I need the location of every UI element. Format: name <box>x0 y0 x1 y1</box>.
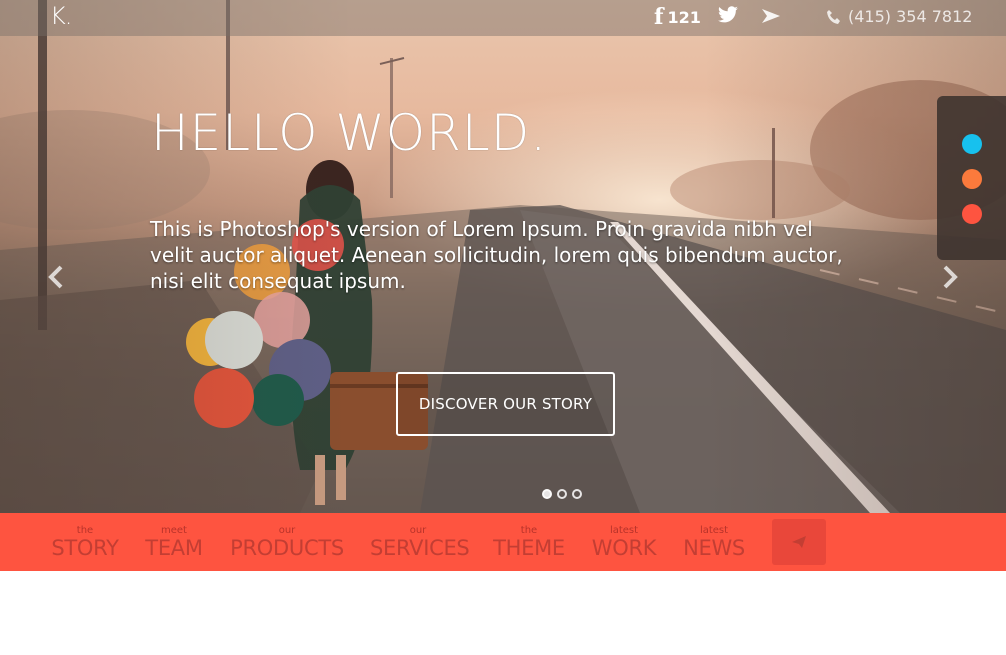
slider-prev-button[interactable] <box>46 264 66 294</box>
color-switcher-panel <box>937 96 1006 260</box>
twitter-link[interactable] <box>717 6 739 24</box>
logo[interactable]: K. <box>50 2 72 30</box>
nav-item-news[interactable]: latest NEWS <box>683 513 745 571</box>
discover-story-button[interactable]: DISCOVER OUR STORY <box>396 372 615 436</box>
nav-item-label: SERVICES <box>370 536 470 560</box>
paper-plane-icon <box>762 9 780 23</box>
color-swatch-orange[interactable] <box>962 169 982 189</box>
nav-item-prefix: meet <box>161 525 187 536</box>
nav-item-prefix: latest <box>699 525 729 536</box>
slider-dot-3[interactable] <box>572 489 582 499</box>
hero-title: HELLO WORLD. <box>151 104 548 162</box>
nav-item-services[interactable]: our SERVICES <box>370 513 470 571</box>
nav-item-prefix: latest <box>609 525 639 536</box>
phone-contact[interactable]: (415) 354 7812 <box>826 7 972 26</box>
chevron-left-icon <box>48 265 63 289</box>
facebook-icon: f <box>654 4 664 30</box>
send-button[interactable] <box>772 519 826 565</box>
slider-pagination <box>542 489 582 499</box>
top-bar: K. f 121 (415) 354 7812 <box>0 0 1006 36</box>
phone-icon <box>826 9 842 25</box>
facebook-count: 121 <box>667 7 701 27</box>
nav-item-label: NEWS <box>683 536 745 560</box>
twitter-icon <box>718 6 738 23</box>
color-swatch-red[interactable] <box>962 204 982 224</box>
slider-dot-2[interactable] <box>557 489 567 499</box>
slider-dot-1[interactable] <box>542 489 552 499</box>
slider-next-button[interactable] <box>940 264 960 294</box>
nav-item-prefix: the <box>76 525 94 536</box>
plane-link[interactable] <box>761 8 781 24</box>
nav-item-label: STORY <box>51 536 119 560</box>
nav-item-prefix: the <box>520 525 538 536</box>
color-swatch-blue[interactable] <box>962 134 982 154</box>
nav-item-prefix: our <box>278 525 296 536</box>
nav-item-products[interactable]: our PRODUCTS <box>228 513 346 571</box>
nav-item-team[interactable]: meet TEAM <box>144 513 204 571</box>
chevron-right-icon <box>943 265 958 289</box>
phone-number: (415) 354 7812 <box>848 7 973 26</box>
send-icon <box>792 536 806 548</box>
main-nav: the STORY meet TEAM our PRODUCTS our SER… <box>0 513 1006 571</box>
nav-item-theme[interactable]: the THEME <box>492 513 566 571</box>
nav-item-label: TEAM <box>145 536 203 560</box>
nav-item-prefix: our <box>409 525 427 536</box>
nav-item-label: WORK <box>591 536 657 560</box>
nav-item-story[interactable]: the STORY <box>50 513 120 571</box>
nav-item-label: PRODUCTS <box>230 536 344 560</box>
hero-text: This is Photoshop's version of Lorem Ips… <box>150 217 843 293</box>
nav-item-work[interactable]: latest WORK <box>591 513 657 571</box>
nav-item-label: THEME <box>493 536 565 560</box>
facebook-link[interactable]: f 121 <box>654 6 701 28</box>
